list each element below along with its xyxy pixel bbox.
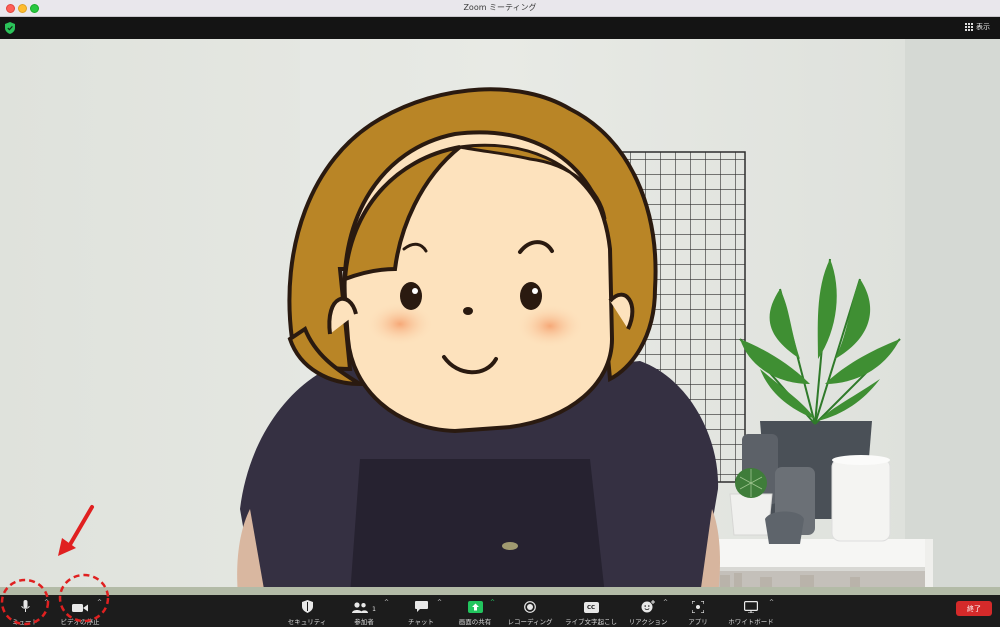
participants-options-caret[interactable]: ^ (384, 599, 389, 606)
reactions-label: リアクション (628, 618, 668, 626)
shield-icon[interactable] (5, 22, 15, 34)
apps-label: アプリ (688, 618, 708, 626)
share-screen-icon (467, 601, 483, 613)
recording-button[interactable]: レコーディング (504, 595, 556, 627)
video-feed (0, 39, 1000, 595)
share-screen-button[interactable]: 画面の共有 (455, 595, 495, 627)
participant-video (0, 39, 1000, 595)
chat-label: チャット (408, 618, 434, 626)
meeting-toolbar: ミュート ^ ビデオの停止 ^ セキュリティ 1 参加者 ^ チャット ^ 画面… (0, 595, 1000, 627)
record-icon (524, 601, 536, 613)
view-label: 表示 (976, 23, 990, 31)
live-transcript-label: ライブ文字起こし (565, 618, 617, 626)
share-options-caret[interactable]: ^ (490, 599, 495, 606)
mute-button[interactable]: ミュート (10, 595, 40, 627)
participants-icon (352, 602, 369, 613)
security-label: セキュリティ (287, 618, 327, 626)
shelf (700, 539, 925, 571)
share-screen-label: 画面の共有 (458, 618, 492, 626)
apps-button[interactable]: アプリ (685, 595, 711, 627)
title-bar: Zoom ミーティング (0, 0, 1000, 17)
whiteboard-icon (744, 601, 758, 613)
stop-video-button[interactable]: ビデオの停止 (58, 595, 102, 627)
chat-button[interactable]: チャット (403, 595, 439, 627)
stop-video-label: ビデオの停止 (60, 618, 100, 626)
mute-options-caret[interactable]: ^ (44, 599, 49, 606)
mute-label: ミュート (12, 618, 38, 626)
cc-badge-text: CC (586, 604, 596, 611)
chat-options-caret[interactable]: ^ (437, 599, 442, 606)
zoom-window: Zoom ミーティング 表示 ミュート ^ ビデオの停止 ^ セキュリティ 1 … (0, 0, 1000, 627)
reaction-emoji-icon (641, 600, 655, 613)
whiteboard-options-caret[interactable]: ^ (769, 599, 774, 606)
participants-count: 1 (372, 606, 376, 613)
window-title: Zoom ミーティング (463, 3, 537, 12)
recording-label: レコーディング (507, 618, 553, 626)
video-camera-icon (72, 604, 88, 612)
end-meeting-button[interactable]: 終了 (956, 601, 992, 616)
meeting-top-bar: 表示 (0, 17, 1000, 39)
security-shield-icon (301, 600, 313, 613)
video-options-caret[interactable]: ^ (97, 599, 102, 606)
chat-bubble-icon (414, 601, 428, 612)
view-button[interactable]: 表示 (965, 22, 990, 32)
live-transcript-button[interactable]: CC ライブ文字起こし (562, 595, 620, 627)
apps-icon (692, 601, 704, 613)
participants-button[interactable]: 1 参加者 (350, 595, 378, 627)
cc-icon: CC (583, 602, 599, 613)
microphone-icon (20, 600, 30, 612)
security-button[interactable]: セキュリティ (284, 595, 330, 627)
reactions-options-caret[interactable]: ^ (663, 599, 668, 606)
grid-icon (965, 23, 973, 31)
participants-label: 参加者 (354, 618, 374, 626)
whiteboard-label: ホワイトボード (728, 618, 774, 626)
